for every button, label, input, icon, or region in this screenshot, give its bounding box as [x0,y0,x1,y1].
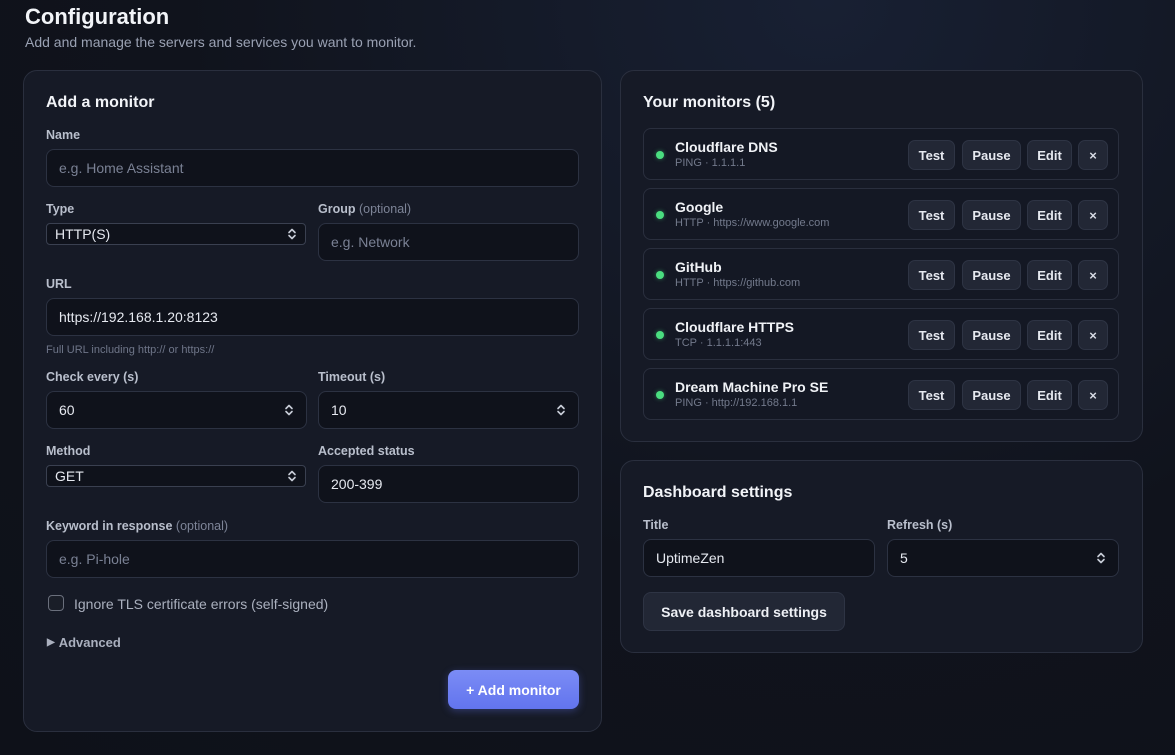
dashboard-settings-card: Dashboard settings Title UptimeZen Refre… [620,460,1143,653]
monitors-card: Your monitors (5) Cloudflare DNS PING · … [620,70,1143,442]
add-monitor-title: Add a monitor [46,94,155,111]
method-label: Method [46,444,91,458]
monitor-detail: PING · 1.1.1.1 [675,157,746,169]
status-dot [656,151,664,159]
type-select[interactable]: HTTP(S) [46,223,306,245]
pause-button[interactable]: Pause [962,260,1021,290]
monitor-row: Google HTTP · https://www.google.com Tes… [643,188,1119,240]
keyword-optional: (optional) [175,519,229,533]
monitor-name: Cloudflare HTTPS [675,319,795,335]
name-placeholder: e.g. Home Assistant [59,160,184,176]
accepted-status-value: 200-399 [331,476,383,492]
test-button[interactable]: Test [908,320,955,350]
group-label: Group (optional) [318,202,411,216]
test-button[interactable]: Test [908,140,955,170]
monitor-name: GitHub [675,259,722,275]
pause-button[interactable]: Pause [962,140,1021,170]
keyword-input[interactable]: e.g. Pi-hole [46,540,579,578]
edit-button[interactable]: Edit [1027,200,1072,230]
chevron-updown-icon [287,227,297,241]
accepted-status-label: Accepted status [318,444,415,458]
monitor-detail: HTTP · https://www.google.com [675,217,830,229]
group-input[interactable]: e.g. Network [318,223,579,261]
ignore-tls-label[interactable]: Ignore TLS certificate errors (self-sign… [74,596,328,612]
url-hint: Full URL including http:// or https:// [46,344,215,356]
close-icon[interactable]: × [1078,380,1108,410]
edit-button[interactable]: Edit [1027,140,1072,170]
url-input[interactable]: https://192.168.1.20:8123 [46,298,579,336]
close-icon[interactable]: × [1078,140,1108,170]
refresh-stepper[interactable]: 5 [887,539,1119,577]
timeout-stepper[interactable]: 10 [318,391,579,429]
monitor-row: GitHub HTTP · https://github.com Test Pa… [643,248,1119,300]
dashboard-title-value: UptimeZen [656,550,725,566]
monitor-row: Cloudflare DNS PING · 1.1.1.1 Test Pause… [643,128,1119,180]
dashboard-settings-title: Dashboard settings [643,484,793,501]
stepper-arrows-icon[interactable] [556,403,566,417]
monitor-name: Google [675,199,724,215]
method-value: GET [55,468,84,484]
page-title: Configuration [25,4,170,29]
method-select[interactable]: GET [46,465,306,487]
triangle-right-icon: ▶ [47,637,55,648]
url-value: https://192.168.1.20:8123 [59,309,218,325]
check-every-stepper[interactable]: 60 [46,391,307,429]
edit-button[interactable]: Edit [1027,380,1072,410]
monitor-name: Dream Machine Pro SE [675,379,829,395]
add-monitor-card: Add a monitor Name e.g. Home Assistant T… [23,70,602,732]
name-label: Name [46,128,81,142]
edit-button[interactable]: Edit [1027,320,1072,350]
url-label: URL [46,277,72,291]
chevron-updown-icon [287,469,297,483]
pause-button[interactable]: Pause [962,320,1021,350]
status-dot [656,391,664,399]
check-every-label: Check every (s) [46,370,139,384]
monitors-title: Your monitors (5) [643,94,776,111]
close-icon[interactable]: × [1078,320,1108,350]
ignore-tls-checkbox[interactable] [48,595,64,611]
group-placeholder: e.g. Network [331,234,410,250]
monitor-row: Dream Machine Pro SE PING · http://192.1… [643,368,1119,420]
close-icon[interactable]: × [1078,260,1108,290]
dashboard-title-input[interactable]: UptimeZen [643,539,875,577]
monitor-detail: PING · http://192.168.1.1 [675,397,798,409]
test-button[interactable]: Test [908,260,955,290]
monitor-row: Cloudflare HTTPS TCP · 1.1.1.1:443 Test … [643,308,1119,360]
test-button[interactable]: Test [908,200,955,230]
keyword-label: Keyword in response (optional) [46,519,228,533]
add-monitor-button[interactable]: + Add monitor [448,670,579,709]
test-button[interactable]: Test [908,380,955,410]
name-input[interactable]: e.g. Home Assistant [46,149,579,187]
page-subtitle: Add and manage the servers and services … [25,34,417,50]
save-dashboard-settings-button[interactable]: Save dashboard settings [643,592,845,631]
monitor-detail: HTTP · https://github.com [675,277,801,289]
keyword-label-text: Keyword in response [46,519,173,533]
refresh-label: Refresh (s) [887,518,953,532]
edit-button[interactable]: Edit [1027,260,1072,290]
group-optional: (optional) [358,202,412,216]
timeout-value: 10 [331,402,347,418]
stepper-arrows-icon[interactable] [284,403,294,417]
monitor-detail: TCP · 1.1.1.1:443 [675,337,762,349]
pause-button[interactable]: Pause [962,380,1021,410]
status-dot [656,211,664,219]
group-label-text: Group [318,202,356,216]
advanced-toggle[interactable]: ▶ Advanced [47,635,121,650]
timeout-label: Timeout (s) [318,370,386,384]
advanced-label: Advanced [58,635,121,650]
close-icon[interactable]: × [1078,200,1108,230]
refresh-value: 5 [900,550,908,566]
dashboard-title-label: Title [643,518,669,532]
pause-button[interactable]: Pause [962,200,1021,230]
status-dot [656,331,664,339]
status-dot [656,271,664,279]
accepted-status-input[interactable]: 200-399 [318,465,579,503]
keyword-placeholder: e.g. Pi-hole [59,551,130,567]
type-value: HTTP(S) [55,226,111,242]
monitor-name: Cloudflare DNS [675,139,778,155]
stepper-arrows-icon[interactable] [1096,551,1106,565]
check-every-value: 60 [59,402,75,418]
type-label: Type [46,202,75,216]
